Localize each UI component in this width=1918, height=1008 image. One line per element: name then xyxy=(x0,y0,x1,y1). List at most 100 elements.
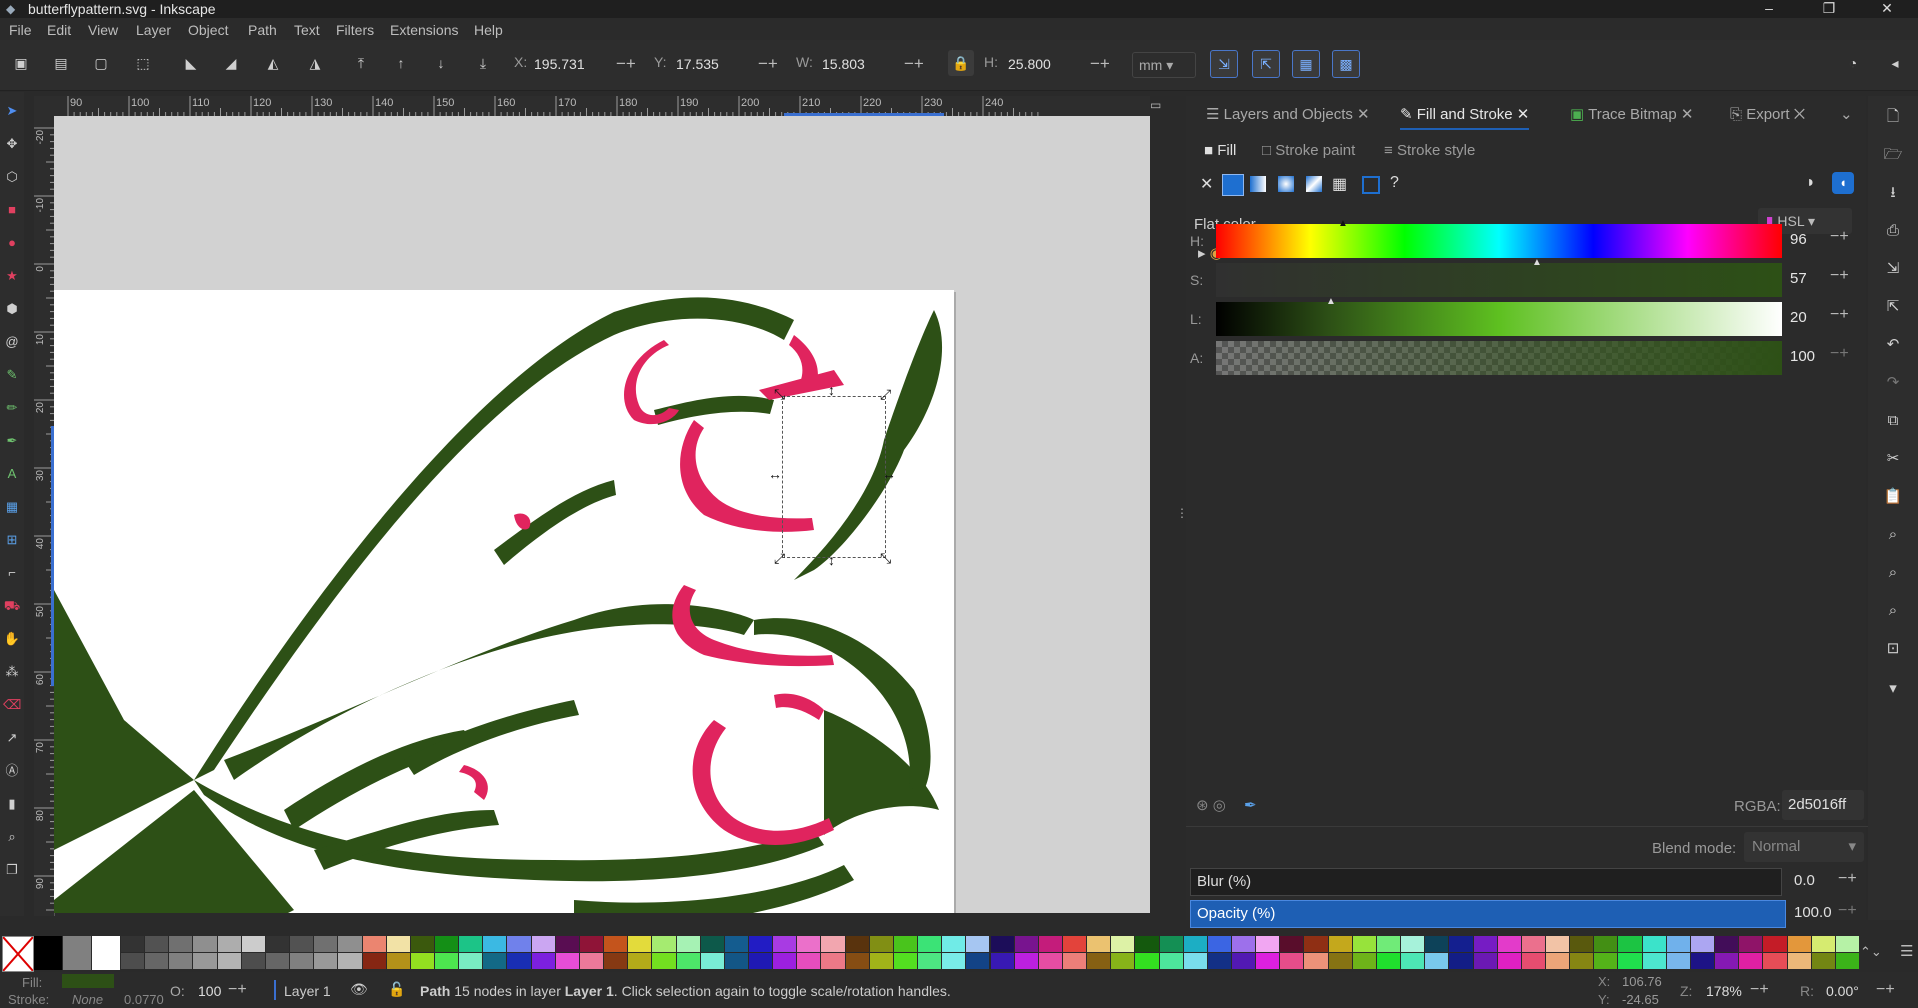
mesh-tool-icon[interactable]: ⊞ xyxy=(3,531,21,549)
palette-swatch[interactable] xyxy=(1497,936,1521,952)
mesh-gradient-icon[interactable] xyxy=(1306,176,1322,192)
tab-trace-bitmap[interactable]: ▣ Trace Bitmap ✕ xyxy=(1570,102,1693,128)
palette-swatch[interactable] xyxy=(169,953,193,969)
palette-swatch[interactable] xyxy=(676,953,700,969)
subtab-stroke-paint[interactable]: □ Stroke paint xyxy=(1262,142,1355,159)
move-patterns-icon[interactable]: ▩ xyxy=(1332,50,1360,78)
stroke-indicator[interactable]: None xyxy=(72,992,103,1007)
palette-swatch[interactable] xyxy=(338,953,362,969)
cut-icon[interactable]: ✂ xyxy=(1882,448,1904,470)
zoom-tool-icon[interactable]: ⌕ xyxy=(3,828,21,846)
palette-swatch[interactable] xyxy=(1183,953,1207,969)
hue-marker-icon[interactable]: ▲ xyxy=(1338,218,1348,229)
deselect-icon[interactable]: ▢ xyxy=(88,50,114,76)
selector-tool-icon[interactable]: ➤ xyxy=(3,102,21,120)
palette-swatch[interactable] xyxy=(1280,936,1304,952)
calligraphy-tool-icon[interactable]: ✒ xyxy=(3,432,21,450)
drawing-canvas[interactable]: ⤡ ⤢ ↕ ↔ ↔ ⤢ ↕ ⤡ xyxy=(54,116,1150,913)
pencil-tool-icon[interactable]: ✏ xyxy=(3,399,21,417)
palette-swatch[interactable] xyxy=(555,936,579,952)
palette-swatch[interactable] xyxy=(1232,936,1256,952)
h-input[interactable]: 25.800 xyxy=(1008,52,1086,76)
palette-swatch[interactable] xyxy=(1135,936,1159,952)
close-tab-icon[interactable]: ✕ xyxy=(1357,106,1370,123)
palette-swatch[interactable] xyxy=(217,953,241,969)
palette-swatch[interactable] xyxy=(1690,936,1715,952)
palette-swatch[interactable] xyxy=(990,936,1014,952)
palette-swatch[interactable] xyxy=(893,953,918,969)
opacity-stepper-icon[interactable]: −+ xyxy=(228,981,247,999)
save-icon[interactable]: ⭳ xyxy=(1882,182,1904,204)
palette-swatch[interactable] xyxy=(314,953,338,969)
close-tab-icon[interactable]: ✕ xyxy=(1517,106,1530,123)
palette-swatch[interactable] xyxy=(193,936,217,952)
palette-swatch[interactable] xyxy=(942,936,966,952)
raise-to-top-icon[interactable]: ⤒ xyxy=(348,50,374,76)
palette-swatch[interactable] xyxy=(1473,953,1497,969)
spray-tool-icon[interactable]: ⁂ xyxy=(3,663,21,681)
palette-swatch[interactable] xyxy=(434,936,459,952)
palette-swatch[interactable] xyxy=(1328,936,1352,952)
rotation-value[interactable]: 0.00° xyxy=(1826,983,1859,999)
horizontal-ruler[interactable]: 90 100 110 120 130 140 150 160 170 180 190 200 210 22… xyxy=(34,96,1150,117)
close-button[interactable]: ✕ xyxy=(1864,0,1910,18)
scale-handle-n-icon[interactable]: ↕ xyxy=(828,382,835,398)
palette-swatch[interactable] xyxy=(1715,953,1739,969)
tabs-overflow-icon[interactable]: ⌄ xyxy=(1840,102,1853,128)
palette-swatch[interactable] xyxy=(1014,953,1038,969)
palette-swatch[interactable] xyxy=(652,953,676,969)
lightness-value[interactable]: 20 xyxy=(1790,309,1807,326)
palette-swatch[interactable] xyxy=(1787,936,1811,952)
palette-swatch[interactable] xyxy=(700,953,724,969)
export-document-icon[interactable]: ⇱ xyxy=(1882,296,1904,318)
palette-swatch[interactable] xyxy=(652,936,676,952)
redo-icon[interactable]: ↷ xyxy=(1882,372,1904,394)
linear-gradient-icon[interactable] xyxy=(1250,176,1266,192)
palette-swatch[interactable] xyxy=(241,953,265,969)
snap-icon[interactable]: ◔ xyxy=(1840,50,1866,76)
lower-to-bottom-icon[interactable]: ⤓ xyxy=(470,50,496,76)
vertical-ruler[interactable]: -20 -10 0 10 20 30 40 50 60 70 80 90 xyxy=(34,116,55,916)
palette-swatch[interactable] xyxy=(555,953,579,969)
palette-swatch[interactable] xyxy=(145,953,169,969)
hue-stepper-icon[interactable]: −+ xyxy=(1830,228,1849,246)
palette-swatch[interactable] xyxy=(724,936,748,952)
palette-swatch[interactable] xyxy=(338,936,362,952)
zoom-stepper-icon[interactable]: −+ xyxy=(1750,981,1769,999)
palette-swatch[interactable] xyxy=(121,953,145,969)
palette-swatch[interactable] xyxy=(1376,936,1401,952)
scale-handle-ne-icon[interactable]: ⤢ xyxy=(880,386,891,403)
fill-rule-evenodd-icon[interactable]: ◗ xyxy=(1806,174,1816,192)
h-stepper-icon[interactable]: −+ xyxy=(1090,52,1110,76)
palette-swatch[interactable] xyxy=(1449,936,1473,952)
maximize-button[interactable]: ❐ xyxy=(1806,0,1852,18)
palette-swatch[interactable] xyxy=(1280,953,1304,969)
palette-swatch[interactable] xyxy=(845,953,869,969)
palette-swatch[interactable] xyxy=(676,936,700,952)
unit-select[interactable]: mm ▾ xyxy=(1132,52,1196,78)
x-input[interactable]: 195.731 xyxy=(534,52,612,76)
print-icon[interactable]: ⎙ xyxy=(1882,220,1904,242)
scale-handle-w-icon[interactable]: ↔ xyxy=(768,466,782,482)
new-document-icon[interactable]: 🗋 xyxy=(1882,106,1904,128)
palette-swatch[interactable] xyxy=(1666,953,1690,969)
palette-swatch[interactable] xyxy=(531,953,555,969)
palette-swatch[interactable] xyxy=(1352,953,1376,969)
palette-swatch[interactable] xyxy=(1715,936,1739,952)
palette-swatch[interactable] xyxy=(1014,936,1038,952)
palette-swatch[interactable] xyxy=(1135,953,1159,969)
zoom-drawing-icon[interactable]: ⌕ xyxy=(1882,562,1904,584)
document-page[interactable]: ⤡ ⤢ ↕ ↔ ↔ ⤢ ↕ ⤡ xyxy=(54,290,954,913)
scale-handle-sw-icon[interactable]: ⤢ xyxy=(774,550,785,567)
blur-slider[interactable]: Blur (%) xyxy=(1190,868,1782,896)
palette-swatch[interactable] xyxy=(1811,936,1835,952)
open-icon[interactable]: 🗁 xyxy=(1882,144,1904,166)
palette-swatch[interactable] xyxy=(63,936,91,970)
copy-icon[interactable]: ⧉ xyxy=(1882,410,1904,432)
palette-swatch[interactable] xyxy=(1787,953,1811,969)
palette-swatch[interactable] xyxy=(1546,953,1570,969)
paste-icon[interactable]: 📋 xyxy=(1882,486,1904,508)
palette-swatch[interactable] xyxy=(918,953,942,969)
tab-layers-and-objects[interactable]: ☰ Layers and Objects ✕ xyxy=(1206,102,1370,128)
palette-swatch[interactable] xyxy=(845,936,869,952)
